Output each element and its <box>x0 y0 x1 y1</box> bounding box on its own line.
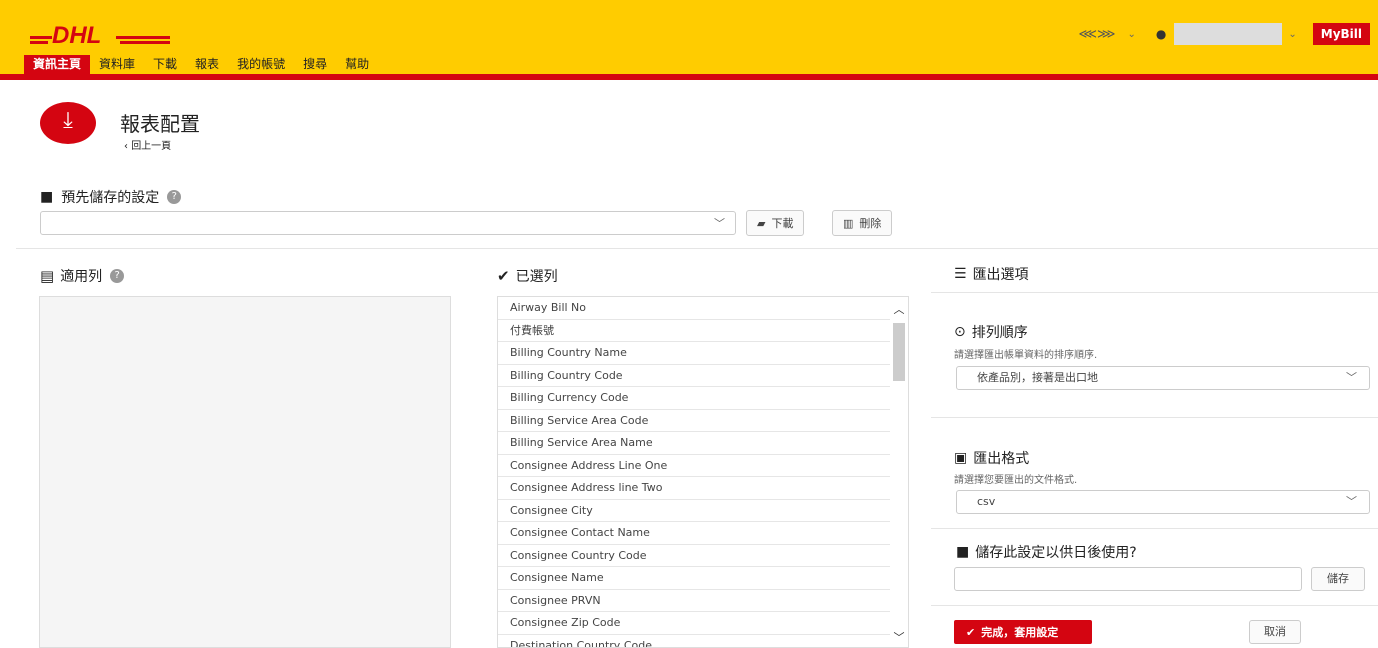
export-options-heading: ☰ 匯出選項 <box>954 264 1029 284</box>
list-item[interactable]: Destination Country Code <box>498 635 890 648</box>
help-icon[interactable]: ? <box>167 190 182 204</box>
download-button-label: 下載 <box>771 217 794 230</box>
chevron-down-icon[interactable]: ⌄ <box>1288 29 1296 40</box>
export-format-select[interactable]: csv ﹀ <box>956 490 1370 514</box>
panel-divider <box>931 605 1378 606</box>
dhl-logo[interactable]: DHL <box>30 20 170 48</box>
export-options-panel: ☰ 匯出選項 ⊙ 排列順序 請選擇匯出帳單資料的排序順序. 依產品別，接著是出口… <box>931 250 1378 648</box>
export-format-value: csv <box>977 495 996 508</box>
checkmark-icon: ✔ <box>966 625 976 639</box>
list-item[interactable]: Billing Country Name <box>498 342 890 365</box>
check-circle-icon: ✔ <box>497 267 510 285</box>
export-options-label: 匯出選項 <box>972 267 1029 283</box>
user-icon: ● <box>1155 27 1167 41</box>
folder-icon: ▰ <box>757 216 766 230</box>
chevron-down-icon: ﹀ <box>1346 495 1357 508</box>
nav-item-database[interactable]: 資料庫 <box>90 55 144 74</box>
list-item[interactable]: Billing Service Area Name <box>498 432 890 455</box>
list-item[interactable]: 付費帳號 <box>498 320 890 342</box>
chevron-down-icon: ﹀ <box>714 217 725 230</box>
list-item[interactable]: Consignee Zip Code <box>498 612 890 635</box>
list-item[interactable]: Billing Country Code <box>498 365 890 387</box>
list-item[interactable]: Consignee Name <box>498 567 890 590</box>
sort-order-value: 依產品別，接著是出口地 <box>977 371 1098 384</box>
mybill-button[interactable]: MyBill <box>1312 23 1370 45</box>
download-button[interactable]: ▰ 下載 <box>746 210 805 236</box>
list-item[interactable]: Consignee Address line Two <box>498 477 890 500</box>
selected-columns-label: 已選列 <box>515 269 558 285</box>
list-item[interactable]: Consignee PRVN <box>498 590 890 612</box>
header-red-stripe <box>0 74 1378 80</box>
main-nav: 資訊主頁 資料庫 下載 報表 我的帳號 搜尋 幫助 <box>24 55 378 74</box>
inbox-icon: ▤ <box>40 267 55 285</box>
panel-divider <box>931 528 1378 529</box>
save-settings-title: ■ 儲存此設定以供日後使用? <box>956 542 1137 562</box>
list-item[interactable]: Consignee City <box>498 500 890 522</box>
list-item[interactable]: Consignee Contact Name <box>498 522 890 545</box>
save-settings-label: 儲存此設定以供日後使用? <box>975 545 1137 561</box>
selected-columns-heading: ✔ 已選列 <box>497 266 558 286</box>
document-icon: ▣ <box>954 450 968 466</box>
delete-button[interactable]: ▥ 刪除 <box>832 210 893 236</box>
nav-item-download[interactable]: 下載 <box>144 55 186 74</box>
scroll-thumb[interactable] <box>893 323 905 381</box>
export-format-label: 匯出格式 <box>973 451 1030 467</box>
apply-settings-button[interactable]: ✔ 完成，套用設定 <box>954 620 1092 644</box>
sort-order-description: 請選擇匯出帳單資料的排序順序. <box>954 350 1098 361</box>
saved-settings-label: 預先儲存的設定 <box>61 190 160 206</box>
nav-item-dashboard[interactable]: 資訊主頁 <box>24 55 91 74</box>
chevron-down-icon[interactable]: ⌄ <box>1127 29 1135 40</box>
back-link-label: 回上一頁 <box>131 141 172 152</box>
list-icon: ☰ <box>954 266 967 282</box>
sort-order-label: 排列順序 <box>971 325 1028 341</box>
apply-settings-label: 完成，套用設定 <box>981 626 1059 639</box>
user-account-dropdown[interactable] <box>1174 23 1283 45</box>
saved-settings-heading: ■ 預先儲存的設定 ? <box>40 187 182 207</box>
nav-item-reports[interactable]: 報表 <box>186 55 228 74</box>
delete-button-label: 刪除 <box>859 217 882 230</box>
chevron-up-icon[interactable]: ︿ <box>890 301 908 317</box>
list-item[interactable]: Billing Service Area Code <box>498 410 890 432</box>
cancel-button[interactable]: 取消 <box>1249 620 1301 644</box>
section-divider <box>16 248 1378 249</box>
header-right-controls: ⋘⋙ ⌄ ● ⌄ MyBill <box>1079 22 1370 46</box>
floppy-disk-icon: ■ <box>40 189 54 205</box>
chevron-down-icon: ﹀ <box>1346 371 1357 384</box>
back-link[interactable]: ‹ 回上一頁 <box>124 137 171 152</box>
list-item[interactable]: Consignee Address Line One <box>498 455 890 477</box>
language-globe-icon[interactable]: ⋘⋙ <box>1079 27 1116 42</box>
top-header: DHL 資訊主頁 資料庫 下載 報表 我的帳號 搜尋 幫助 ⋘⋙ ⌄ ● ⌄ M… <box>0 0 1378 80</box>
nav-item-search[interactable]: 搜尋 <box>294 55 336 74</box>
save-button[interactable]: 儲存 <box>1311 567 1365 591</box>
sort-order-title: ⊙ 排列順序 <box>954 322 1028 342</box>
svg-text:DHL: DHL <box>52 22 101 48</box>
download-report-icon: ⤓ <box>40 102 96 144</box>
saved-settings-select[interactable]: ﹀ <box>40 211 736 235</box>
list-item[interactable]: Billing Currency Code <box>498 387 890 410</box>
panel-divider <box>931 417 1378 418</box>
radio-dot-icon: ⊙ <box>954 324 966 340</box>
available-columns-heading: ▤ 適用列 ? <box>40 266 125 286</box>
list-scrollbar[interactable]: ︿ ﹀ <box>890 297 908 647</box>
available-columns-label: 適用列 <box>60 269 103 285</box>
export-format-title: ▣ 匯出格式 <box>954 448 1029 468</box>
list-item[interactable]: Consignee Country Code <box>498 545 890 567</box>
floppy-disk-icon: ■ <box>956 544 970 560</box>
help-icon[interactable]: ? <box>110 269 125 283</box>
page-title: 報表配置 <box>120 112 200 136</box>
export-format-description: 請選擇您要匯出的文件格式. <box>954 475 1078 486</box>
nav-item-help[interactable]: 幫助 <box>336 55 378 74</box>
list-item[interactable]: Airway Bill No <box>498 297 890 320</box>
trash-icon: ▥ <box>843 216 854 230</box>
sort-order-select[interactable]: 依產品別，接著是出口地 ﹀ <box>956 366 1370 390</box>
selected-columns-list[interactable]: Airway Bill No 付費帳號 Billing Country Name… <box>497 296 909 648</box>
chevron-down-icon[interactable]: ﹀ <box>890 629 908 645</box>
save-settings-input[interactable] <box>954 567 1302 591</box>
panel-divider <box>931 292 1378 293</box>
nav-item-my-account[interactable]: 我的帳號 <box>228 55 294 74</box>
available-columns-list[interactable] <box>39 296 451 648</box>
